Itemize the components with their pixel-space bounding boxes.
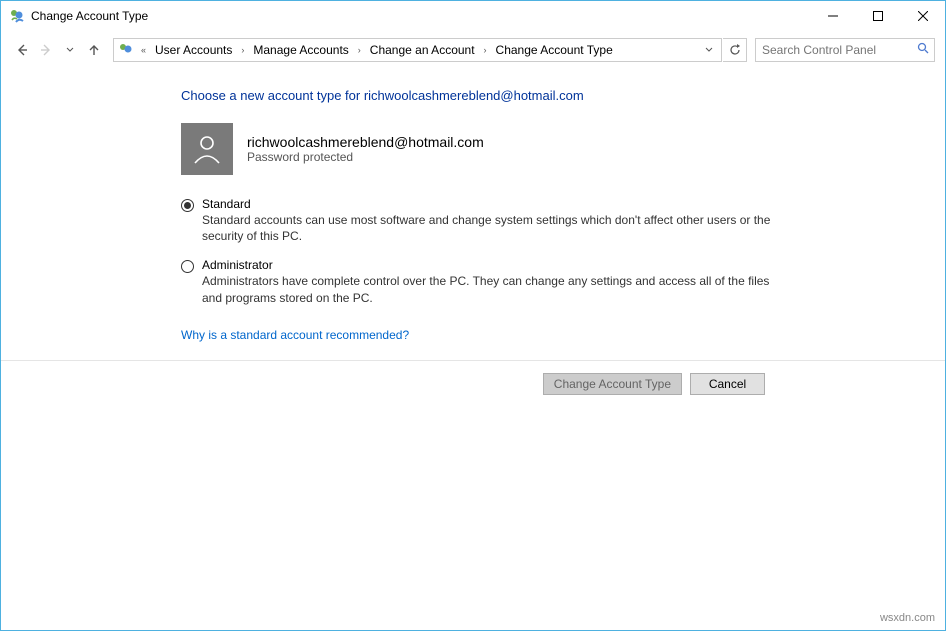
recent-dropdown[interactable] [59, 39, 81, 61]
account-status: Password protected [247, 150, 484, 164]
close-icon [918, 11, 928, 21]
breadcrumb-item[interactable]: Change Account Type [492, 41, 617, 59]
radio-administrator[interactable] [181, 260, 194, 273]
page-heading: Choose a new account type for richwoolca… [181, 88, 945, 103]
close-button[interactable] [900, 1, 945, 31]
option-description: Standard accounts can use most software … [202, 212, 781, 244]
chevron-right-icon: › [355, 45, 364, 55]
window-title: Change Account Type [31, 9, 810, 23]
account-name: richwoolcashmereblend@hotmail.com [247, 134, 484, 150]
search-input[interactable] [762, 43, 917, 57]
chevron-right-icon: › [481, 45, 490, 55]
forward-arrow-icon [39, 43, 53, 57]
refresh-button[interactable] [723, 38, 747, 62]
option-standard[interactable]: Standard Standard accounts can use most … [181, 197, 781, 244]
window-controls [810, 1, 945, 31]
app-icon [9, 8, 25, 24]
title-bar: Change Account Type [1, 1, 945, 31]
radio-standard[interactable] [181, 199, 194, 212]
search-box[interactable] [755, 38, 935, 62]
help-link[interactable]: Why is a standard account recommended? [181, 328, 409, 342]
breadcrumb-item[interactable]: User Accounts [151, 41, 236, 59]
account-summary: richwoolcashmereblend@hotmail.com Passwo… [181, 123, 945, 175]
button-row: Change Account Type Cancel [1, 361, 945, 395]
change-account-type-button[interactable]: Change Account Type [543, 373, 682, 395]
forward-button [35, 39, 57, 61]
navigation-bar: « User Accounts › Manage Accounts › Chan… [1, 31, 945, 68]
breadcrumb-dropdown[interactable] [705, 46, 717, 54]
cancel-button[interactable]: Cancel [690, 373, 765, 395]
chevron-down-icon [66, 46, 74, 54]
minimize-icon [828, 11, 838, 21]
option-description: Administrators have complete control ove… [202, 273, 781, 305]
back-arrow-icon [15, 43, 29, 57]
breadcrumb[interactable]: « User Accounts › Manage Accounts › Chan… [113, 38, 722, 62]
chevron-right-icon: › [238, 45, 247, 55]
breadcrumb-item[interactable]: Manage Accounts [249, 41, 352, 59]
breadcrumb-item[interactable]: Change an Account [366, 41, 479, 59]
breadcrumb-overflow[interactable]: « [138, 45, 149, 55]
back-button[interactable] [11, 39, 33, 61]
option-administrator[interactable]: Administrator Administrators have comple… [181, 258, 781, 305]
watermark: wsxdn.com [880, 612, 935, 624]
option-label: Administrator [202, 258, 781, 272]
avatar [181, 123, 233, 175]
chevron-down-icon [705, 46, 713, 54]
main-content: Choose a new account type for richwoolca… [1, 68, 945, 342]
option-label: Standard [202, 197, 781, 211]
maximize-icon [873, 11, 883, 21]
minimize-button[interactable] [810, 1, 855, 31]
up-button[interactable] [83, 39, 105, 61]
search-icon[interactable] [917, 42, 929, 57]
refresh-icon [729, 44, 741, 56]
maximize-button[interactable] [855, 1, 900, 31]
person-icon [189, 131, 225, 167]
control-panel-icon [118, 42, 134, 58]
up-arrow-icon [87, 43, 101, 57]
